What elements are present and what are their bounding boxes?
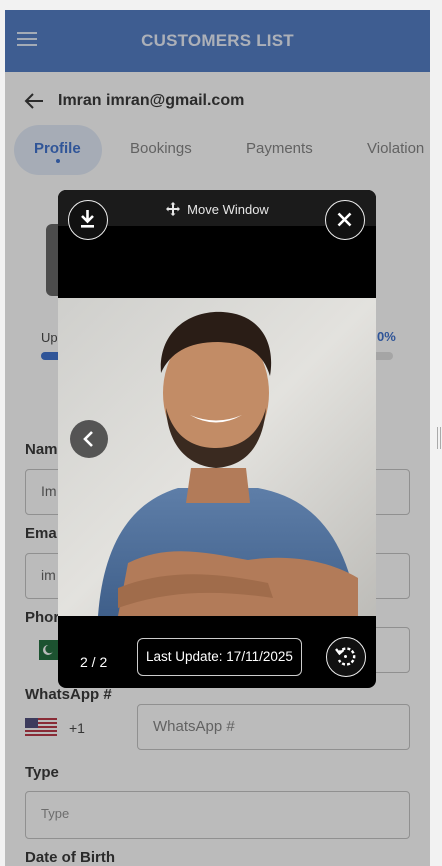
close-button[interactable] — [325, 200, 365, 240]
download-button[interactable] — [68, 200, 108, 240]
page-indicator: 2 / 2 — [80, 654, 108, 670]
close-icon — [337, 212, 352, 227]
last-update-badge: Last Update: 17/11/2025 — [137, 638, 302, 676]
move-window-label: Move Window — [187, 202, 269, 217]
download-icon — [81, 210, 94, 228]
image-viewer-window: Move Window 2 / 2 Last Update: 17/11/202… — [58, 190, 376, 688]
rotate-button[interactable] — [326, 637, 366, 677]
chevron-left-icon — [83, 431, 93, 447]
rotate-icon — [335, 647, 356, 666]
move-icon — [166, 202, 181, 216]
previous-image-button[interactable] — [70, 420, 108, 458]
resize-handle[interactable] — [437, 427, 441, 449]
